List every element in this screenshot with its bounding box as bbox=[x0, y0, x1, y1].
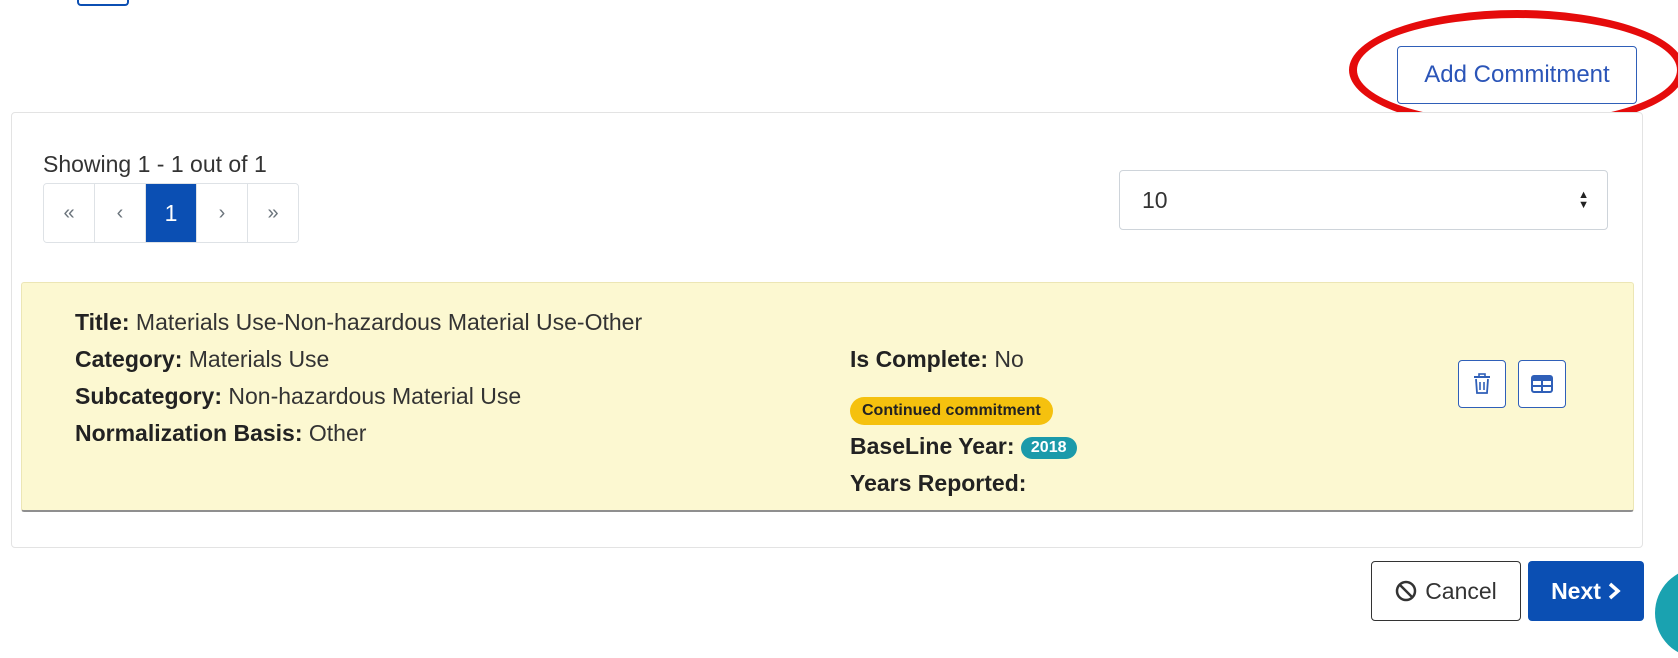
add-commitment-button[interactable]: Add Commitment bbox=[1397, 46, 1637, 104]
add-commitment-label: Add Commitment bbox=[1424, 61, 1610, 88]
is-complete-value: No bbox=[994, 346, 1024, 372]
next-page-button[interactable]: › bbox=[197, 184, 248, 242]
first-page-button[interactable]: « bbox=[44, 184, 95, 242]
partial-button-top bbox=[77, 0, 129, 6]
is-complete-field: Is Complete: No bbox=[850, 346, 1024, 373]
ban-icon bbox=[1395, 580, 1417, 602]
last-page-button[interactable]: » bbox=[248, 184, 298, 242]
delete-button[interactable] bbox=[1458, 360, 1506, 408]
sort-arrows-icon: ▲ ▼ bbox=[1578, 189, 1589, 211]
baseline-year-badge: 2018 bbox=[1020, 436, 1077, 459]
title-field: Title: Materials Use-Non-hazardous Mater… bbox=[75, 309, 642, 336]
baseline-field: BaseLine Year: 2018 bbox=[850, 433, 1077, 460]
category-value: Materials Use bbox=[188, 346, 330, 372]
table-view-button[interactable] bbox=[1518, 360, 1566, 408]
subcategory-value: Non-hazardous Material Use bbox=[228, 383, 522, 409]
years-reported-label: Years Reported: bbox=[850, 470, 1027, 496]
baseline-label: BaseLine Year: bbox=[850, 433, 1015, 459]
chat-launcher-button[interactable] bbox=[1655, 568, 1678, 658]
next-label: Next bbox=[1551, 577, 1601, 604]
status-badge: Continued commitment bbox=[850, 397, 1053, 425]
is-complete-label: Is Complete: bbox=[850, 346, 989, 372]
category-label: Category: bbox=[75, 346, 183, 372]
cancel-label: Cancel bbox=[1425, 577, 1497, 604]
normalization-value: Other bbox=[308, 420, 367, 446]
pagination-summary: Showing 1 - 1 out of 1 bbox=[43, 151, 267, 177]
trash-icon bbox=[1474, 373, 1490, 394]
subcategory-field: Subcategory: Non-hazardous Material Use bbox=[75, 383, 521, 410]
page-size-select[interactable]: 10 ▲ ▼ bbox=[1119, 170, 1608, 230]
table-icon bbox=[1531, 375, 1553, 393]
cancel-button[interactable]: Cancel bbox=[1371, 561, 1521, 621]
normalization-label: Normalization Basis: bbox=[75, 420, 303, 446]
pagination: « ‹ 1 › » bbox=[43, 183, 299, 243]
normalization-field: Normalization Basis: Other bbox=[75, 420, 366, 447]
next-button[interactable]: Next bbox=[1528, 561, 1644, 621]
category-field: Category: Materials Use bbox=[75, 346, 329, 373]
years-reported-field: Years Reported: bbox=[850, 470, 1026, 497]
page-1-button[interactable]: 1 bbox=[146, 184, 197, 242]
subcategory-label: Subcategory: bbox=[75, 383, 222, 409]
title-value: Materials Use-Non-hazardous Material Use… bbox=[135, 309, 643, 335]
title-label: Title: bbox=[75, 309, 130, 335]
prev-page-button[interactable]: ‹ bbox=[95, 184, 146, 242]
chevron-right-icon bbox=[1608, 582, 1621, 600]
page-size-value: 10 bbox=[1142, 186, 1168, 213]
